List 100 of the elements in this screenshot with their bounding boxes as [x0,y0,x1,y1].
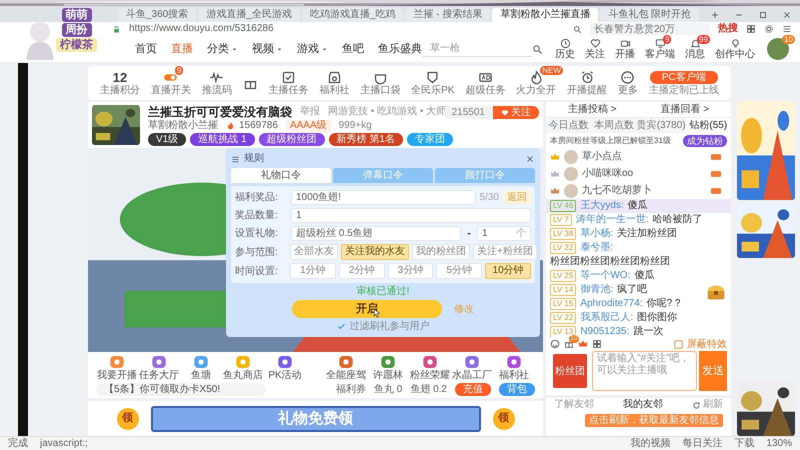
feature-button[interactable]: PK活动 [264,354,306,381]
coupon-link[interactable]: 福利券 [336,383,366,396]
browser-tab[interactable]: 斗鱼_360搜索 [118,8,196,22]
panel-link[interactable]: 直播回看 > [660,102,710,117]
search-field[interactable]: 草一枪 [422,41,532,57]
browser-tab[interactable]: 吃鸡游戏直播_吃鸡 [302,8,404,22]
help-link[interactable]: 了解友邻 [554,398,594,412]
pc-client-button[interactable]: PC客户端 [650,70,718,84]
grid-icon[interactable] [592,339,602,349]
refresh-icon[interactable] [692,400,701,410]
settings-icon[interactable] [764,24,774,34]
feature-button[interactable]: 鱼丸商店 [222,354,264,381]
option-chip[interactable]: 我的粉丝团 [412,244,470,260]
claim-button[interactable]: 领 [492,408,514,430]
toolbar-item[interactable]: 主播口袋 [360,70,400,96]
toolbar-item[interactable]: 超级任务 [465,70,506,96]
nav-link[interactable]: 分类 [207,40,238,58]
close-icon[interactable] [525,154,535,164]
feature-button[interactable]: 福利社 [493,354,535,381]
input-field[interactable]: 1 [291,208,531,223]
chat-tab[interactable]: 今日点数 [546,118,592,133]
feature-button[interactable]: 全能座驾 [325,354,367,381]
report-link[interactable]: 举报 [300,106,320,118]
achievement-badge[interactable]: 专家团 [406,132,453,146]
new-tab-icon[interactable] [710,10,720,20]
menu-icon[interactable] [782,24,792,34]
close-icon[interactable] [782,10,792,20]
header-action[interactable]: 关注 [585,38,605,60]
refresh-link[interactable]: 刷新 [703,398,723,412]
status-link[interactable]: 下载 [734,438,754,450]
action-icon [690,38,700,49]
crown-icon[interactable] [578,339,588,349]
option-chip[interactable]: 10分钟 [485,263,531,279]
browser-tab[interactable]: 游戏直播_全民游戏 [198,8,300,22]
feature-button[interactable]: 鱼塘 [180,354,222,381]
browser-tab[interactable]: 草割粉散小兰摧直播 [492,8,598,22]
send-button[interactable]: 发送 [699,351,727,391]
panel-link[interactable]: 主播投稿 > [568,102,617,117]
feature-button[interactable]: 我要开播 [96,354,138,381]
input-field[interactable]: 1 个 [477,226,531,241]
url-text[interactable]: https://www.douyu.com/5316286 [129,23,274,35]
status-link[interactable]: 130% [766,438,792,450]
search-icon[interactable] [532,44,543,54]
option-chip[interactable]: 1分钟 [290,263,336,279]
toolbar-item[interactable]: 更多 [618,70,638,96]
follow-button[interactable]: 关注 [493,106,539,119]
option-chip[interactable]: 全部水友 [290,244,338,260]
header-action[interactable]: 历史 [555,38,575,60]
feature-button[interactable]: 任务大厅 [138,354,180,381]
option-chip[interactable]: 3分钟 [388,263,434,279]
header-action[interactable]: 开播 [615,38,635,60]
nav-link[interactable]: 首页 [135,40,157,58]
fan-club-button[interactable]: 粉丝团 [553,354,587,388]
nav-link[interactable]: 游戏 [297,40,328,58]
option-chip[interactable]: 5分钟 [436,263,482,279]
browser-tab[interactable]: 兰摧 - 搜索结果 [405,8,490,22]
toolbar-item[interactable]: 主播任务 [268,70,308,96]
feature-button[interactable]: 粉丝荣耀 [409,354,451,381]
toolbar-item[interactable]: 开播提醒 [567,70,608,96]
nav-link[interactable]: 视频 [252,40,283,58]
option-chip[interactable]: 2分钟 [338,263,385,279]
input-field[interactable]: 1000鱼翅! [291,190,476,205]
smile-icon[interactable] [550,339,560,349]
nav-link[interactable]: 直播 [171,40,193,58]
status-link[interactable]: 每日关注 [682,438,722,450]
streamer-name: 草割粉散小兰摧 [148,120,218,132]
browser-tab[interactable]: 斗鱼礼包 限时开抢 [600,8,700,22]
achievement-badge[interactable]: V1级 [148,132,186,146]
chat-tab[interactable]: 钻粉(55) [686,118,731,133]
achievement-badge[interactable]: 巡航挑战 1 [190,132,255,146]
nav-link[interactable]: 鱼吧 [342,40,364,58]
option-chip[interactable]: 关注我的水友 [341,244,409,260]
option-chip[interactable]: 关注+粉丝团 [473,244,537,260]
status-link[interactable]: 我的视频 [630,438,670,450]
toolbar-item[interactable]: 全民乐PK [411,70,454,96]
chat-tab[interactable]: 本周点数 [591,118,637,133]
backpack-button[interactable]: 背包 [499,383,535,396]
join-button[interactable]: 成为钻粉 [683,134,727,146]
input-field[interactable]: 超级粉丝 0.5鱼翅 [291,226,461,241]
maximize-icon[interactable] [758,10,768,20]
checkbox[interactable] [674,340,683,348]
chat-tab[interactable]: 贵宾(3780) [636,118,686,133]
achievement-badge[interactable]: 超级粉丝团 [258,132,325,146]
achievement-badge[interactable]: 新秀榜 第1名 [328,132,403,146]
dialog-tab[interactable]: 礼物口令 [231,168,331,183]
toolbar-item[interactable]: 福利社 [319,70,350,96]
hot-search-label[interactable]: 热搜 [718,23,738,35]
toolbar-item[interactable]: 推流码 [202,70,232,96]
field-label: 设置礼物: [235,226,279,241]
feature-button[interactable]: 许愿林 [367,354,409,381]
feature-button[interactable]: 水晶工厂 [451,354,493,381]
checkbox[interactable] [336,322,346,331]
grid-icon[interactable] [746,24,756,34]
toolbar-item[interactable]: 12 主播积分 [100,70,140,96]
header-action[interactable]: 创作中心 [715,38,755,60]
search-field[interactable]: 长春警方悬赏20万 [590,23,710,35]
chat-input[interactable]: 试着输入"#关注"吧，可以关注主播哦 [592,351,697,391]
recharge-button[interactable]: 充值 [455,383,491,396]
claim-button[interactable]: 领 [116,408,138,430]
nav-link[interactable]: 鱼乐盛典 [378,40,422,58]
